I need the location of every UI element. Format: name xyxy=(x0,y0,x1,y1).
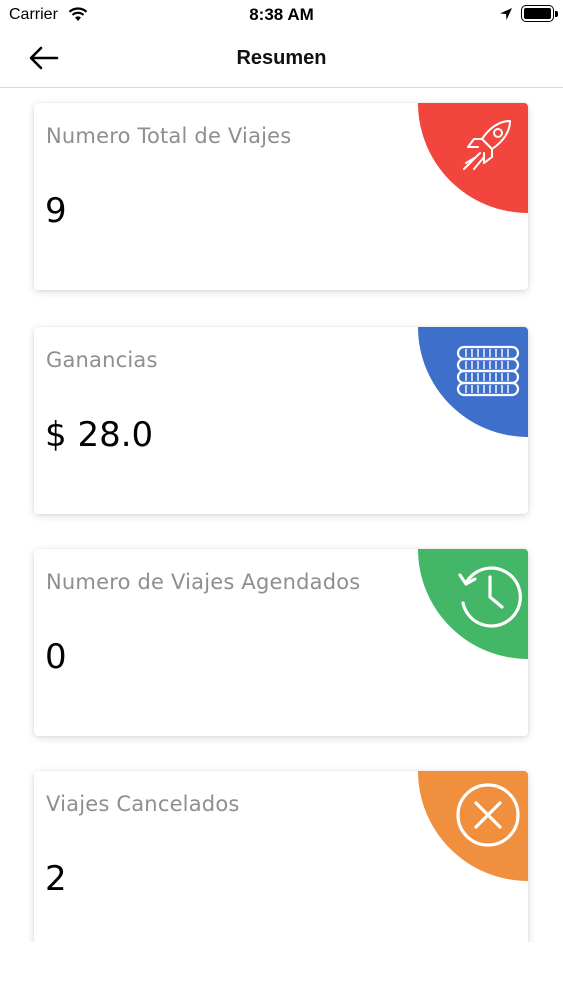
cancelled-trips-label: Viajes Cancelados xyxy=(46,792,240,816)
status-bar: Carrier 8:38 AM xyxy=(0,0,563,30)
bottom-area xyxy=(0,942,563,1000)
scheduled-trips-card[interactable]: Numero de Viajes Agendados 0 xyxy=(34,549,528,736)
earnings-value: $ 28.0 xyxy=(45,415,154,455)
cancelled-trips-card[interactable]: Viajes Cancelados 2 xyxy=(34,771,528,958)
cancelled-trips-value: 2 xyxy=(45,859,67,899)
status-time: 8:38 AM xyxy=(249,5,314,24)
cancel-circle-icon xyxy=(456,783,520,847)
navigation-bar: Resumen xyxy=(0,30,563,88)
battery-tip xyxy=(555,11,558,17)
history-clock-icon xyxy=(458,566,522,628)
location-arrow-icon xyxy=(500,8,512,20)
rocket-icon xyxy=(463,120,511,170)
earnings-card[interactable]: Ganancias $ 28.0 xyxy=(34,327,528,514)
scheduled-trips-label: Numero de Viajes Agendados xyxy=(46,570,361,594)
earnings-corner xyxy=(418,327,528,437)
page-title: Resumen xyxy=(236,47,327,69)
total-trips-card[interactable]: Numero Total de Viajes 9 xyxy=(34,103,528,290)
coins-icon xyxy=(456,345,520,397)
battery-icon xyxy=(521,5,554,22)
total-trips-label: Numero Total de Viajes xyxy=(46,124,292,148)
cancelled-trips-corner xyxy=(418,771,528,881)
earnings-label: Ganancias xyxy=(46,348,158,372)
scheduled-trips-corner xyxy=(418,549,528,659)
total-trips-corner xyxy=(418,103,528,213)
total-trips-value: 9 xyxy=(45,191,67,231)
scheduled-trips-value: 0 xyxy=(45,637,67,677)
